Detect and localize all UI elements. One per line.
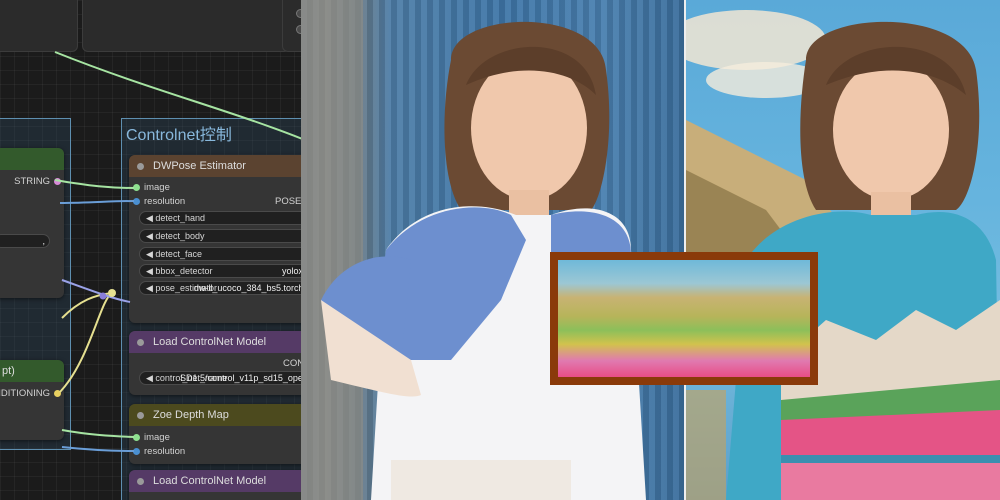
reroute-dot[interactable]: [108, 289, 116, 297]
connection-wires: [54, 51, 301, 452]
painted-woman-teal-shirt-icon: [686, 10, 1000, 500]
wire-image[interactable]: [54, 51, 301, 140]
painted-landscape-icon: [558, 260, 810, 377]
reroute-dot[interactable]: [99, 292, 107, 300]
style-reference-inset: [550, 252, 818, 385]
photo-stylized: [686, 0, 1000, 500]
wire-image[interactable]: [61, 429, 135, 438]
wire-int[interactable]: [59, 200, 135, 204]
wire-conditioning[interactable]: [59, 292, 113, 393]
photo-original: [301, 0, 684, 500]
wire-image[interactable]: [54, 179, 135, 189]
node-graph-canvas[interactable]: Controlnet控制 STRING , pt) NDITIONING DWP…: [0, 0, 301, 500]
wire-control[interactable]: [61, 279, 131, 303]
photo-woman-blue-shirt-icon: [301, 0, 646, 500]
wire-int[interactable]: [61, 446, 135, 452]
